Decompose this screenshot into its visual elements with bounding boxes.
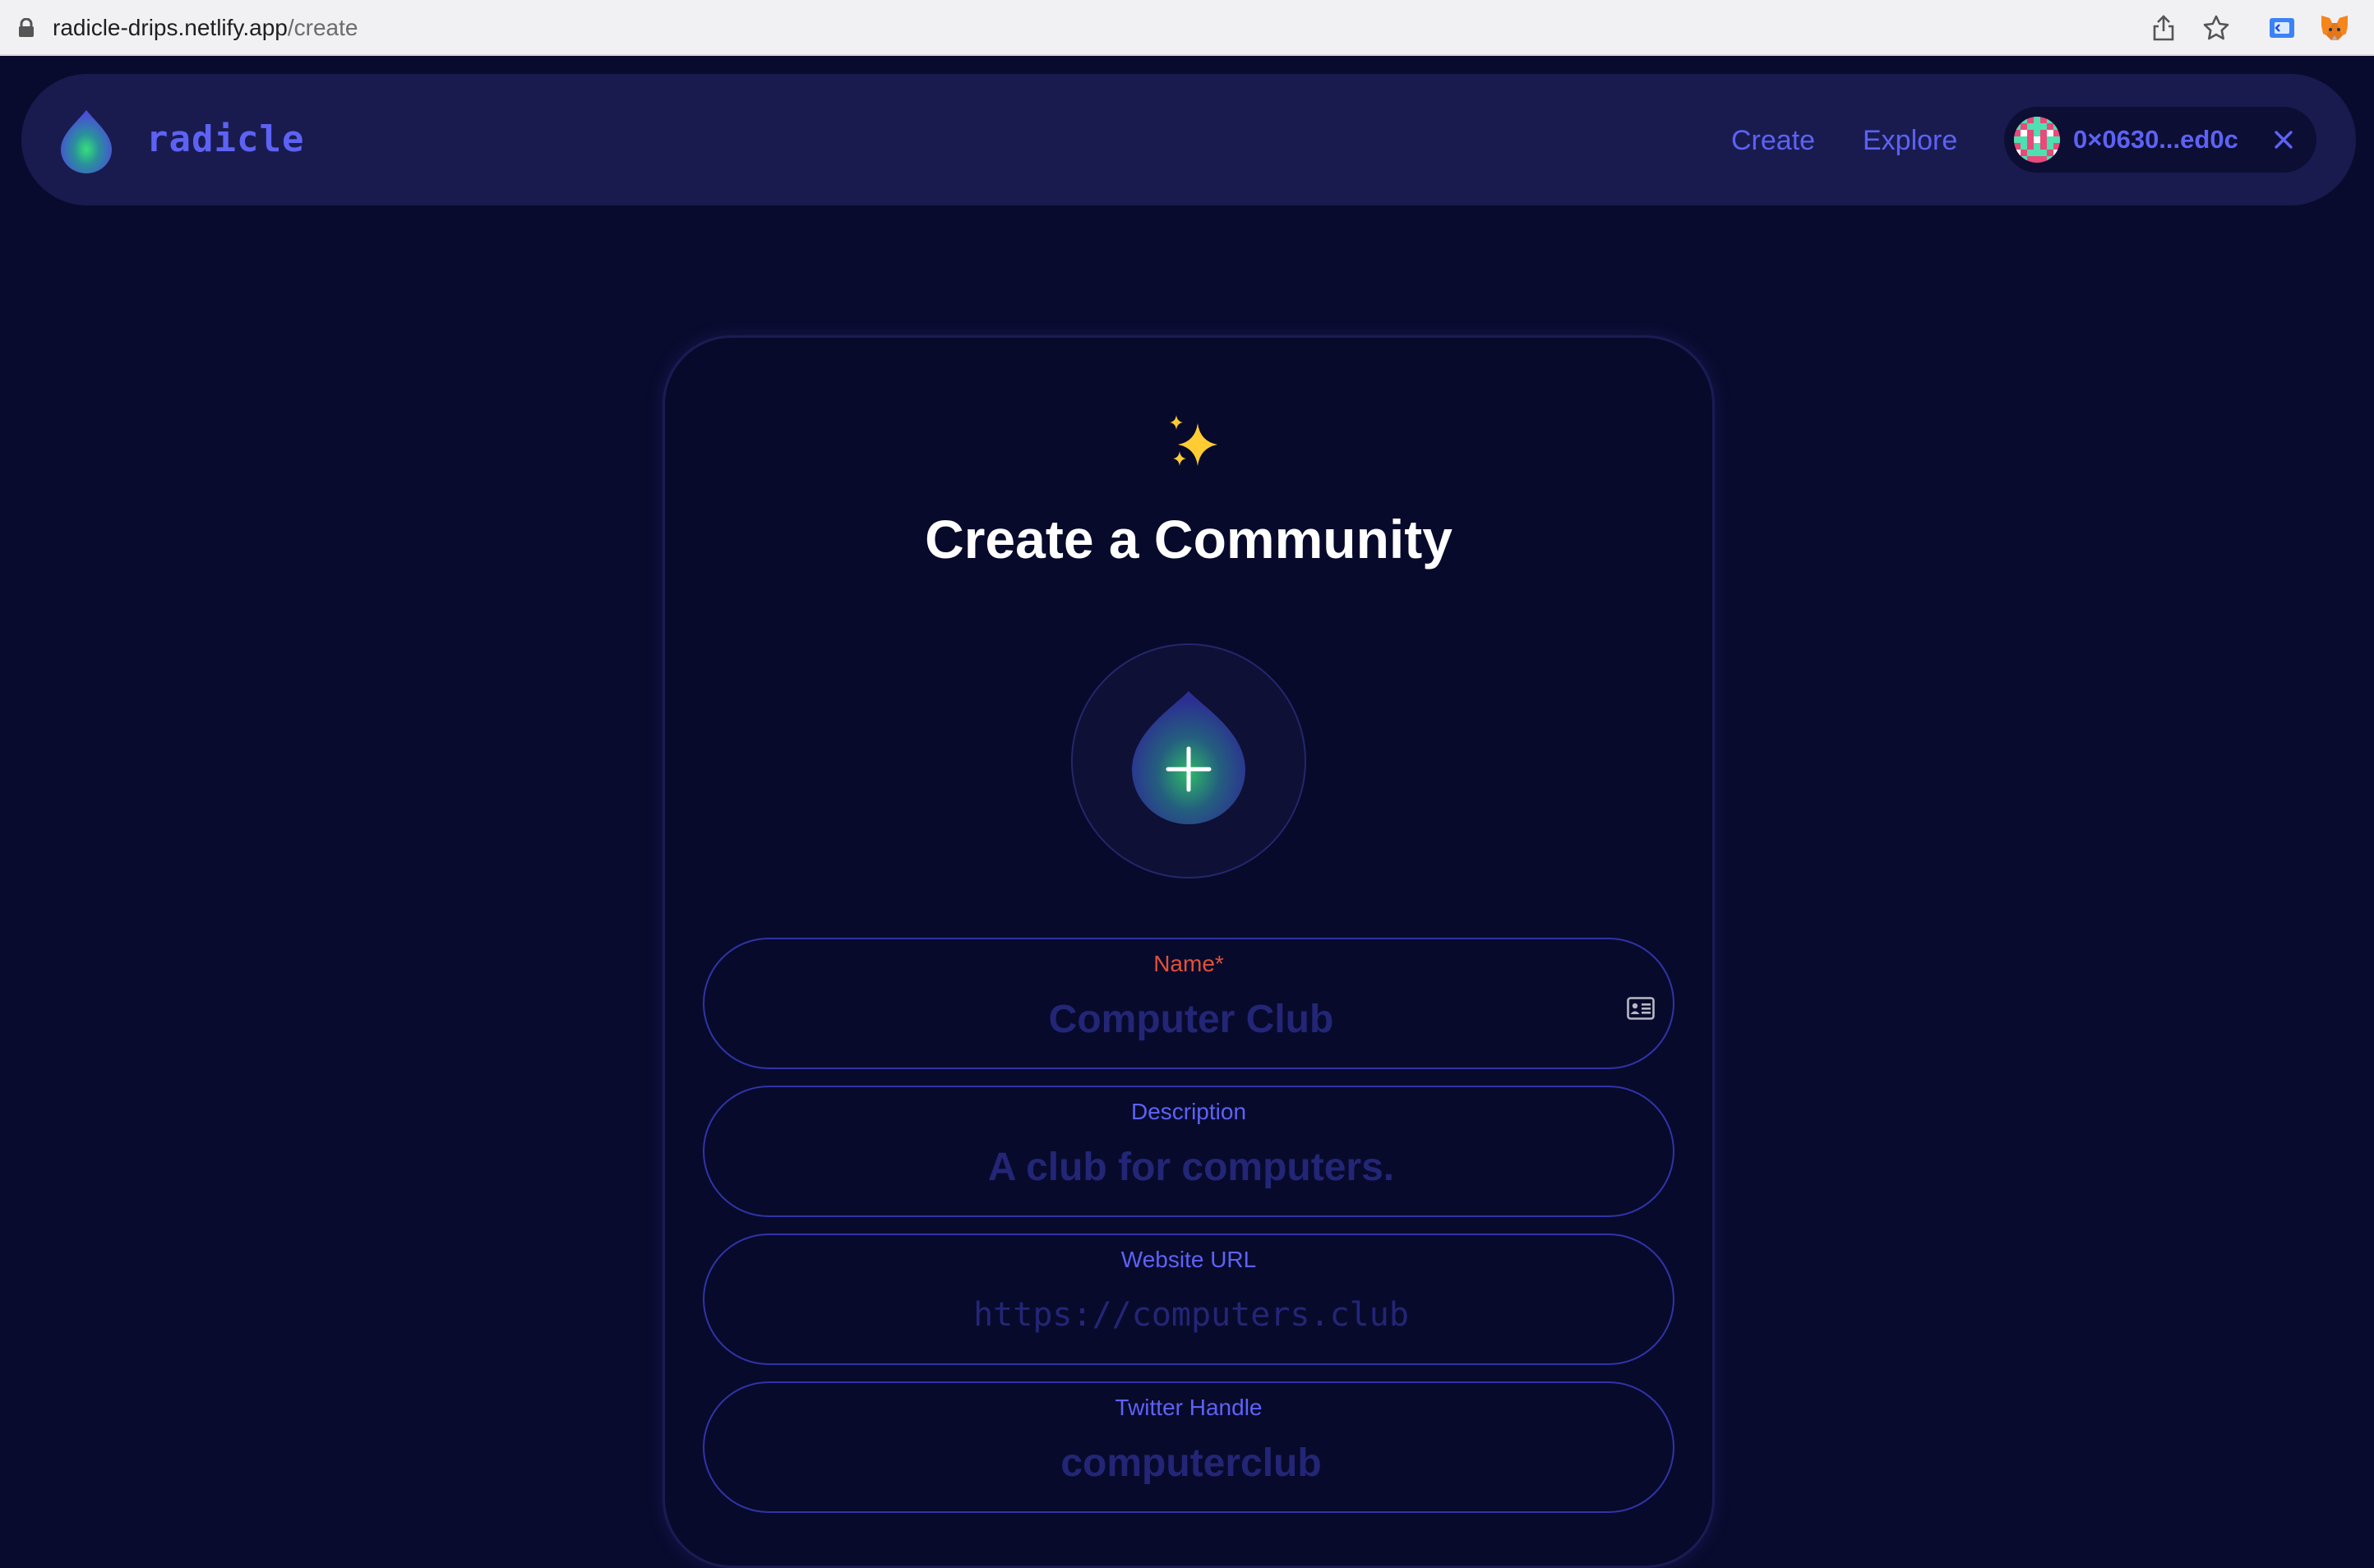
twitter-handle-label: Twitter Handle xyxy=(1115,1395,1263,1420)
sparkles-icon xyxy=(1162,412,1227,477)
twitter-handle-input[interactable] xyxy=(803,1429,1579,1497)
name-field: Name* xyxy=(703,938,1674,1069)
name-label: Name* xyxy=(1153,951,1224,976)
url-path: /create xyxy=(287,15,358,40)
description-input[interactable] xyxy=(803,1133,1579,1201)
nav-create-link[interactable]: Create xyxy=(1731,120,1815,161)
lock-icon xyxy=(18,17,35,38)
community-avatar-picker[interactable] xyxy=(1071,643,1306,879)
star-icon[interactable] xyxy=(2200,12,2233,44)
website-url-field: Website URL xyxy=(703,1234,1674,1365)
contact-card-icon[interactable] xyxy=(1627,997,1655,1020)
wallet-address: 0×0630...ed0c xyxy=(2073,125,2238,154)
twitter-handle-field: Twitter Handle xyxy=(703,1381,1674,1513)
create-community-card: Create a Community Name* Computer Club D… xyxy=(663,335,1715,1568)
share-icon[interactable] xyxy=(2147,12,2180,44)
website-url-label: Website URL xyxy=(1120,1247,1257,1272)
page-title: Create a Community xyxy=(925,509,1453,570)
extension-icon[interactable] xyxy=(2265,12,2298,44)
close-icon[interactable] xyxy=(2269,125,2298,154)
wallet-avatar xyxy=(2014,117,2060,163)
url-host: radicle-drips.netlify.app xyxy=(53,15,288,40)
metamask-icon[interactable] xyxy=(2318,12,2351,44)
website-url-input[interactable] xyxy=(803,1281,1579,1349)
add-drop-icon xyxy=(1132,691,1245,824)
wallet-chip[interactable]: 0×0630...ed0c xyxy=(2004,107,2316,173)
nav-explore-link[interactable]: Explore xyxy=(1863,120,1957,161)
radicle-drop-icon[interactable] xyxy=(58,108,115,174)
app-header: radicle Create Explore 0×0630...ed0c xyxy=(21,74,2356,205)
address-bar[interactable]: radicle-drips.netlify.app/create xyxy=(53,12,358,44)
brand-wordmark[interactable]: radicle xyxy=(146,113,304,166)
description-label: Description xyxy=(1130,1099,1247,1124)
name-input[interactable] xyxy=(803,985,1579,1053)
description-field: Description xyxy=(703,1086,1674,1217)
browser-toolbar: radicle-drips.netlify.app/create xyxy=(0,0,2374,56)
